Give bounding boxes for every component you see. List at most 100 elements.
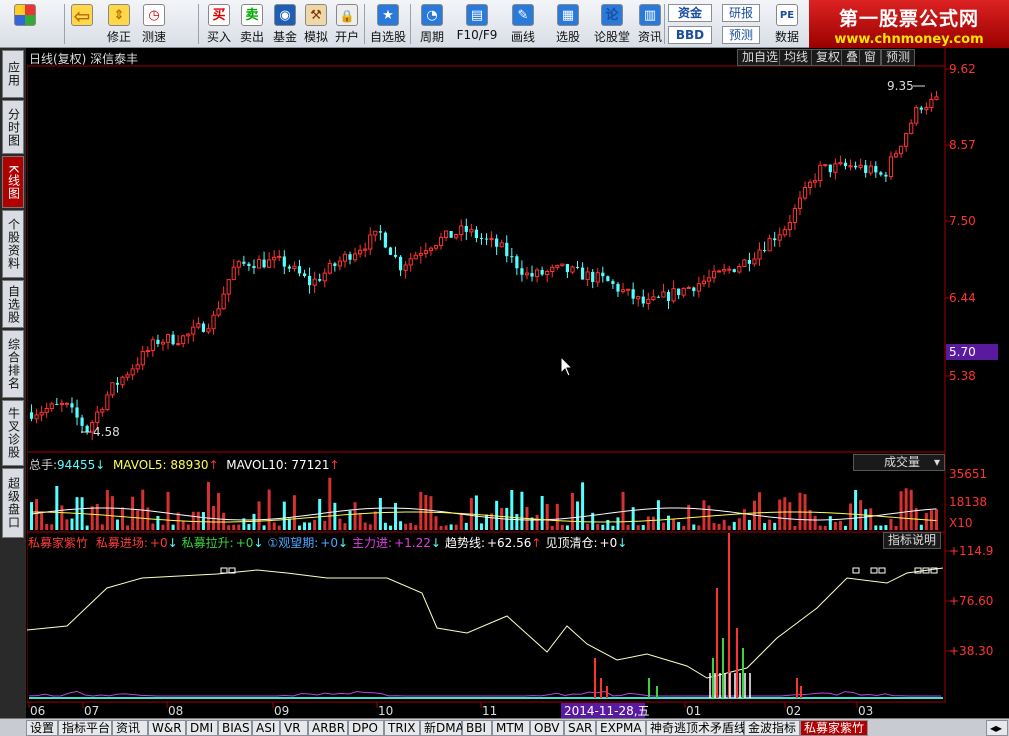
- left-tab-1[interactable]: 分时图: [2, 100, 24, 154]
- left-tab-3[interactable]: 个股资料: [2, 210, 24, 278]
- news-button[interactable]: ▥ 资讯: [634, 2, 666, 46]
- toolbar-button-label: 资金: [677, 6, 702, 20]
- kline-chart-svg[interactable]: 9.62 8.57 7.50 6.44 5.38 5.70 9.35 4.58 35651 181…: [26, 48, 1009, 718]
- bottom-tab-5[interactable]: BIAS: [218, 720, 252, 736]
- candle-body-down: [449, 231, 453, 238]
- buy-icon: 买: [208, 4, 230, 26]
- volume-axis-label: X10: [949, 516, 973, 530]
- bottom-tab-3[interactable]: W&R: [148, 720, 186, 736]
- volume-bar: [934, 509, 938, 530]
- candle-body-down: [479, 237, 484, 239]
- candle-body-up: [186, 333, 191, 337]
- fund-button[interactable]: ◉ 基金: [270, 2, 300, 46]
- volume-bar: [181, 521, 185, 530]
- volume-bar: [869, 508, 873, 530]
- volume-bar: [399, 521, 403, 530]
- price-axis-label: 6.44: [949, 291, 976, 305]
- app-grid-icon: [14, 4, 36, 26]
- bottom-tab-16[interactable]: EXPMA: [596, 720, 646, 736]
- bbd-button[interactable]: BBD: [668, 26, 712, 44]
- candle-body-down: [484, 238, 489, 240]
- volume-bar: [55, 485, 59, 530]
- candle-body-up: [469, 229, 474, 233]
- low-price-label: 4.58: [93, 425, 120, 439]
- forecast-button[interactable]: 预测: [722, 26, 760, 44]
- left-tab-7[interactable]: 超级盘口: [2, 468, 24, 538]
- clock-button[interactable]: ◔ 周期: [414, 2, 450, 46]
- volume-bar: [722, 519, 726, 530]
- f10-button[interactable]: ▤ F10/F9: [454, 2, 500, 46]
- toolbar-separator: [410, 4, 411, 44]
- bottom-tab-10[interactable]: TRIX: [384, 720, 420, 736]
- back-arrow-button[interactable]: ⇦: [66, 2, 98, 46]
- left-tab-5[interactable]: 综合排名: [2, 330, 24, 398]
- app-grid-button[interactable]: [8, 2, 42, 46]
- bottom-tab-1[interactable]: 指标平台: [58, 720, 112, 736]
- sell-button[interactable]: 卖卖出: [238, 2, 266, 46]
- bottom-tab-13[interactable]: MTM: [492, 720, 530, 736]
- bottom-tab-14[interactable]: OBV: [530, 720, 564, 736]
- left-tab-6[interactable]: 牛叉诊股: [2, 400, 24, 466]
- chart-header-button-5[interactable]: 预测: [881, 49, 916, 66]
- volume-bar: [449, 524, 453, 530]
- bottom-tab-4[interactable]: DMI: [186, 720, 218, 736]
- bottom-tab-18[interactable]: 金波指标: [744, 720, 800, 736]
- candle-body-up: [181, 335, 186, 345]
- candle-body-down: [302, 273, 307, 276]
- indicator-explain-button[interactable]: 指标说明: [883, 532, 942, 549]
- bottom-tab-11[interactable]: 新DMA: [420, 720, 464, 736]
- chart-header-button-4[interactable]: 窗: [859, 49, 882, 66]
- candle-body-up: [833, 163, 838, 173]
- select-stock-button[interactable]: ▦ 选股: [548, 2, 588, 46]
- volume-indicator-dropdown[interactable]: 成交量 ▾: [853, 454, 945, 471]
- chart-header-button-0[interactable]: 加自选: [737, 49, 784, 66]
- chart-header-button-2[interactable]: 复权: [811, 49, 846, 66]
- candle-body-down: [383, 232, 388, 248]
- volume-bar: [90, 506, 94, 530]
- tab-scroll-icon[interactable]: ◂▸: [986, 720, 1008, 736]
- star-button[interactable]: ★ 自选股: [368, 2, 408, 46]
- research-report-button[interactable]: 研报: [722, 4, 760, 22]
- candle-body-up: [671, 288, 676, 302]
- bottom-tab-6[interactable]: ASI: [252, 720, 280, 736]
- bottom-tab-15[interactable]: SAR: [564, 720, 596, 736]
- toolbar-separator: [664, 4, 665, 44]
- pen-button[interactable]: ✎ 画线: [502, 2, 544, 46]
- volume-bar: [161, 524, 165, 530]
- news-icon: ▥: [639, 4, 661, 26]
- candle-body-up: [312, 278, 317, 286]
- bottom-tab-2[interactable]: 资讯: [112, 720, 148, 736]
- volume-bar: [383, 522, 387, 530]
- bottom-tab-19[interactable]: 私募家紫竹: [800, 720, 868, 736]
- toolbar-button-label: 论股堂: [593, 30, 630, 44]
- hammer-button[interactable]: ⚒ 模拟: [300, 2, 332, 46]
- candle-body-down: [318, 279, 322, 281]
- volume-bar: [282, 501, 286, 530]
- capital-button[interactable]: 资金: [668, 4, 712, 22]
- toolbar-button-label: 卖出: [239, 30, 264, 44]
- bottom-tab-0[interactable]: 设置: [26, 720, 58, 736]
- candle-body-up: [408, 258, 413, 266]
- speed-test-button[interactable]: ◷ 测速: [138, 2, 170, 46]
- bottom-tab-8[interactable]: ARBR: [308, 720, 348, 736]
- left-tab-2[interactable]: K线图: [2, 156, 24, 208]
- lock-button[interactable]: 🔒 开户: [332, 2, 362, 46]
- forum-button[interactable]: 论论股堂: [590, 2, 634, 46]
- candle-body-up: [727, 268, 732, 271]
- bottom-tab-17[interactable]: 神奇逃顶术矛盾线: [646, 720, 746, 736]
- bottom-tab-9[interactable]: DPO: [348, 720, 384, 736]
- buy-button[interactable]: 买买入: [204, 2, 234, 46]
- candle-body-up: [807, 181, 813, 188]
- data-button[interactable]: PE 数据: [770, 2, 804, 46]
- up-down-arrow-button[interactable]: ⇕ 修正: [104, 2, 134, 46]
- bottom-tab-7[interactable]: VR: [280, 720, 308, 736]
- candle-body-down: [398, 256, 403, 271]
- left-tab-4[interactable]: 自选股: [2, 280, 24, 328]
- chart-header-button-1[interactable]: 均线: [779, 49, 814, 66]
- bottom-tab-12[interactable]: BBI: [462, 720, 492, 736]
- high-price-label: 9.35: [887, 79, 914, 93]
- volume-bar: [151, 523, 155, 530]
- volume-bar: [110, 496, 114, 530]
- left-tab-0[interactable]: 应用: [2, 50, 24, 98]
- kline-chart-area[interactable]: 9.62 8.57 7.50 6.44 5.38 5.70 9.35 4.58 35651 181…: [26, 48, 1009, 718]
